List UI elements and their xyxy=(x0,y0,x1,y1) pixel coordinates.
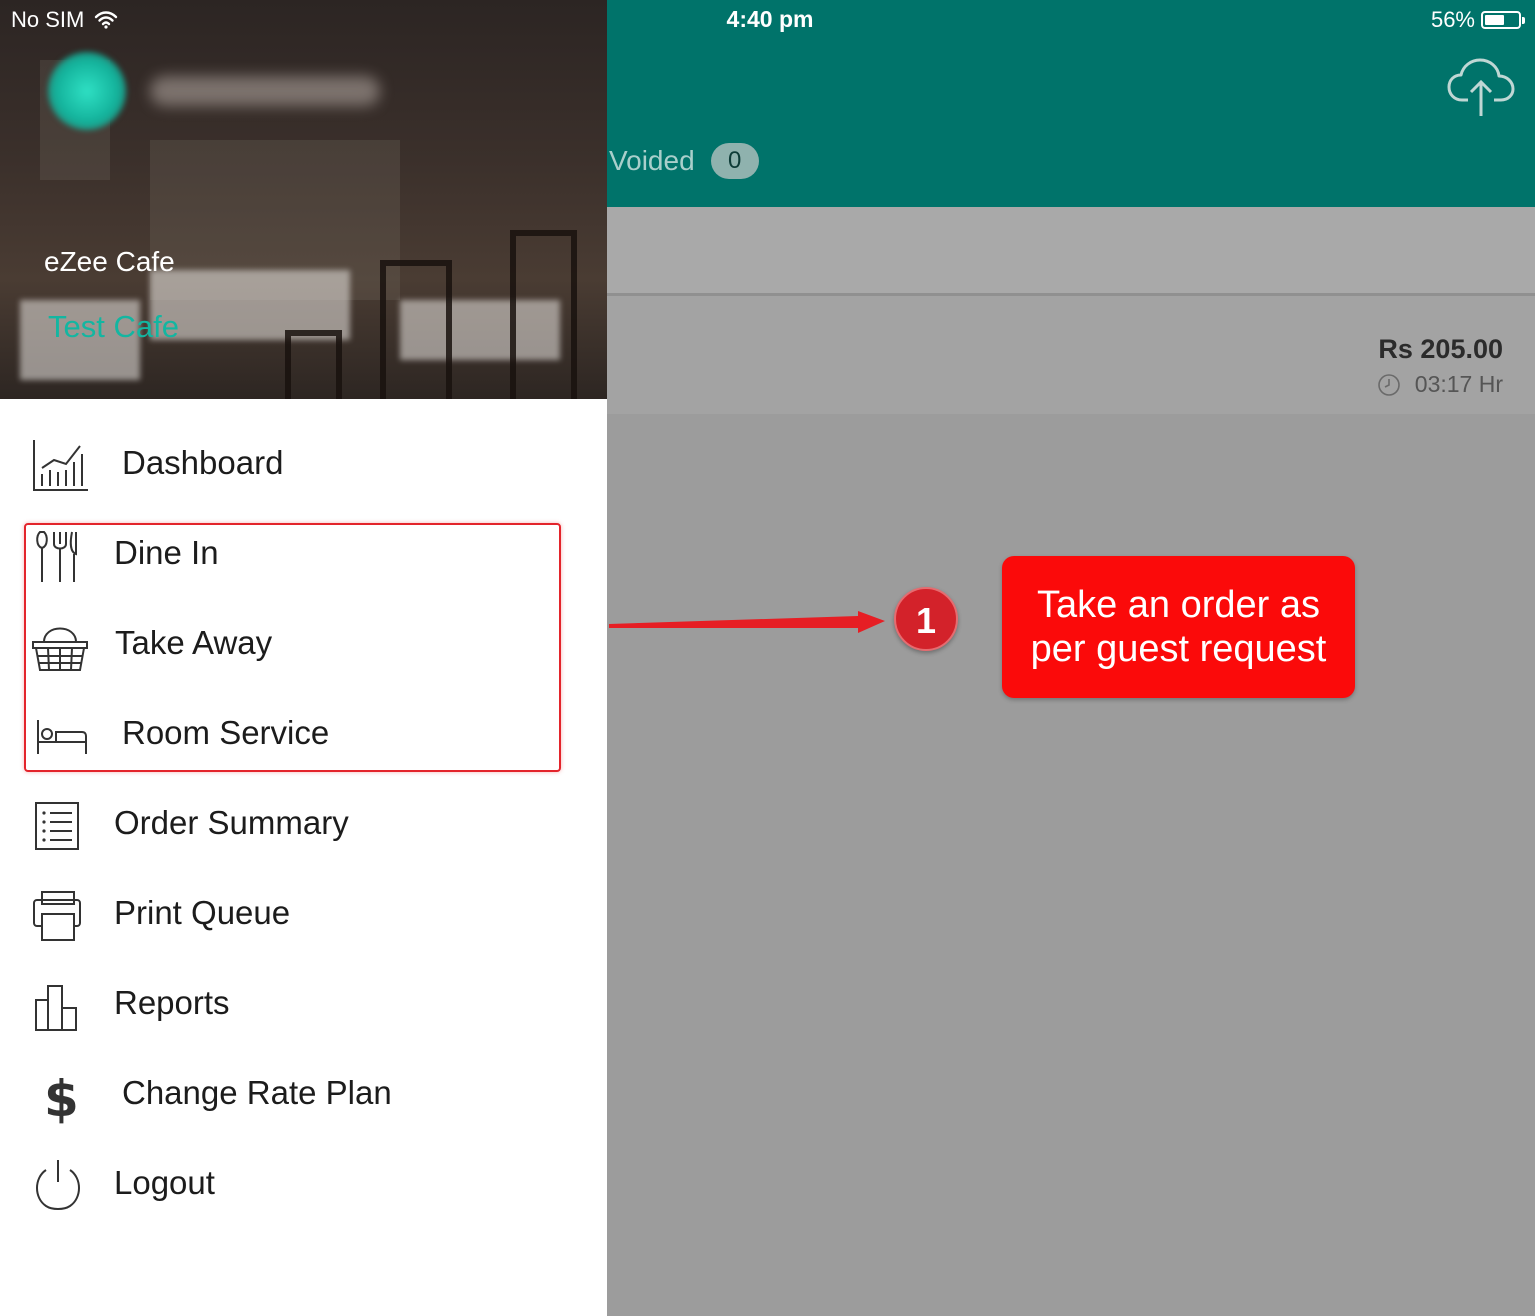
annotation-callout: Take an order as per guest request xyxy=(1002,556,1355,698)
callout-text: Take an order as per guest request xyxy=(1030,584,1327,670)
step-badge: 1 xyxy=(894,587,958,651)
